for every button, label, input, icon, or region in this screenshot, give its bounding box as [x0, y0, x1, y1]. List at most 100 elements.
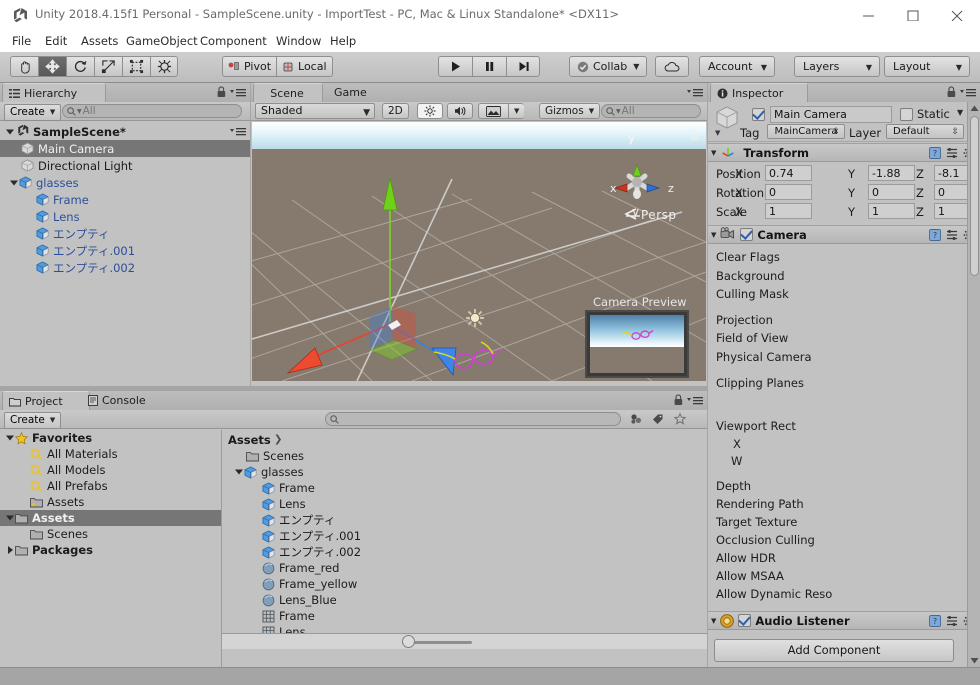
lock-icon[interactable]	[217, 86, 226, 101]
tab-inspector[interactable]: Inspector	[710, 83, 808, 103]
zoom-slider-knob[interactable]	[402, 635, 415, 648]
project-tree-item-0[interactable]: Favorites	[0, 430, 221, 446]
scene-fx-dropdown[interactable]: ▼	[508, 103, 525, 119]
chevron-down-icon[interactable]: ▼	[711, 617, 716, 625]
transform-scale-y-input[interactable]: 1	[868, 203, 915, 219]
chevron-down-icon[interactable]: ▼	[711, 231, 716, 239]
chevron-down-icon[interactable]: ▼	[711, 149, 716, 157]
project-asset-item-2[interactable]: Frame	[222, 480, 707, 496]
hierarchy-item-1[interactable]: Directional Light	[0, 157, 250, 174]
hierarchy-create-button[interactable]: Create ▼	[4, 104, 62, 121]
move-tool[interactable]	[38, 56, 66, 77]
layer-dropdown[interactable]: Default ⇳	[886, 124, 964, 139]
account-dropdown[interactable]: Account ▼	[699, 56, 775, 77]
project-tree-item-6[interactable]: Scenes	[0, 526, 221, 542]
chevron-down-icon[interactable]	[4, 433, 15, 444]
maximize-icon[interactable]	[892, 0, 936, 30]
help-icon[interactable]: ?	[929, 229, 941, 244]
scene-viewport[interactable]: y x z Persp y Camera Preview	[252, 122, 706, 381]
scroll-up-arrow-icon[interactable]	[969, 103, 980, 114]
close-icon[interactable]	[936, 0, 980, 30]
layout-dropdown[interactable]: Layout ▼	[884, 56, 970, 77]
preset-icon[interactable]	[946, 147, 958, 162]
lock-icon[interactable]	[947, 86, 956, 101]
project-asset-item-4[interactable]: エンプティ	[222, 512, 707, 528]
tab-console[interactable]: Console	[82, 391, 154, 410]
preset-icon[interactable]	[946, 229, 958, 244]
scene-search-input[interactable]: ▼ All	[601, 104, 701, 118]
project-tree-item-4[interactable]: Assets	[0, 494, 221, 510]
scene-fx-button[interactable]	[478, 103, 508, 119]
tab-game[interactable]: Game	[313, 83, 375, 102]
play-button[interactable]	[438, 56, 472, 77]
inspector-scroll-thumb[interactable]	[970, 116, 979, 276]
project-search-input[interactable]	[325, 412, 621, 426]
hierarchy-item-2[interactable]: glasses	[0, 174, 250, 191]
hierarchy-item-0[interactable]: Main Camera	[0, 140, 250, 157]
gameobject-name-input[interactable]: Main Camera	[770, 106, 892, 123]
hierarchy-item-6[interactable]: エンプティ.001	[0, 242, 250, 259]
tab-project[interactable]: Project	[2, 391, 90, 411]
toggle-2d-button[interactable]: 2D	[382, 103, 409, 119]
asset-zoom-slider[interactable]	[402, 635, 472, 649]
menu-assets[interactable]: Assets	[77, 33, 122, 49]
tag-dropdown[interactable]: MainCamera ⇳	[767, 124, 845, 139]
local-toggle-button[interactable]: Local	[276, 56, 333, 77]
project-asset-item-1[interactable]: glasses	[222, 464, 707, 480]
gameobject-enabled-checkbox[interactable]	[752, 108, 765, 121]
transform-component-header[interactable]: ▼ Transform ?	[708, 143, 980, 162]
hierarchy-scene-row[interactable]: SampleScene*	[0, 123, 250, 140]
project-create-button[interactable]: Create ▼	[4, 412, 62, 429]
scroll-down-arrow-icon[interactable]	[969, 655, 980, 666]
help-icon[interactable]: ?	[929, 147, 941, 162]
hierarchy-item-3[interactable]: Frame	[0, 191, 250, 208]
hierarchy-item-7[interactable]: エンプティ.002	[0, 259, 250, 276]
collab-button[interactable]: Collab ▼	[569, 56, 647, 77]
minimize-icon[interactable]	[848, 0, 892, 30]
chevron-down-icon[interactable]	[4, 513, 15, 524]
scene-audio-toggle[interactable]	[447, 103, 473, 119]
favorite-star-icon[interactable]	[673, 412, 687, 428]
layers-dropdown[interactable]: Layers ▼	[794, 56, 880, 77]
transform-position-x-input[interactable]: 0.74	[765, 165, 812, 181]
chevron-down-icon[interactable]: ▼	[715, 129, 720, 137]
hierarchy-item-4[interactable]: Lens	[0, 208, 250, 225]
hierarchy-options-menu[interactable]	[230, 87, 246, 98]
camera-component-header[interactable]: ▼ Camera ?	[708, 225, 980, 244]
scene-context-menu-icon[interactable]	[230, 126, 246, 140]
project-asset-item-0[interactable]: Scenes	[222, 448, 707, 464]
audio-listener-enabled-checkbox[interactable]	[738, 614, 752, 627]
camera-enabled-checkbox[interactable]	[740, 228, 754, 241]
hierarchy-search-input[interactable]: ▼ All	[62, 104, 242, 118]
preset-icon[interactable]	[946, 615, 958, 630]
cloud-button[interactable]	[655, 56, 689, 77]
project-asset-item-3[interactable]: Lens	[222, 496, 707, 512]
filter-type-icon[interactable]	[630, 413, 642, 428]
inspector-scrollbar[interactable]	[967, 102, 980, 667]
menu-help[interactable]: Help	[326, 33, 360, 49]
menu-file[interactable]: File	[8, 33, 35, 49]
hand-tool[interactable]	[10, 56, 38, 77]
chevron-right-icon[interactable]	[4, 545, 15, 556]
project-asset-item-9[interactable]: Lens_Blue	[222, 592, 707, 608]
transform-scale-x-input[interactable]: 1	[765, 203, 812, 219]
project-tree-item-7[interactable]: Packages	[0, 542, 221, 558]
filter-label-icon[interactable]	[652, 413, 664, 428]
transform-position-y-input[interactable]: -1.88	[868, 165, 915, 181]
menu-gameobject[interactable]: GameObject	[122, 33, 202, 49]
help-icon[interactable]: ?	[929, 615, 941, 630]
project-options-menu[interactable]	[687, 395, 703, 406]
scene-options-menu[interactable]	[687, 87, 703, 98]
audio-listener-component-header[interactable]: ▼ Audio Listener ?	[708, 611, 980, 630]
project-asset-item-5[interactable]: エンプティ.001	[222, 528, 707, 544]
add-component-button[interactable]: Add Component	[714, 639, 954, 662]
gizmos-dropdown[interactable]: Gizmos ▼	[539, 103, 601, 119]
scale-tool[interactable]	[94, 56, 122, 77]
scene-lighting-toggle[interactable]	[417, 103, 443, 119]
shading-mode-dropdown[interactable]: Shaded ▼	[255, 103, 375, 119]
project-tree-item-5[interactable]: Assets	[0, 510, 221, 526]
transform-rotation-x-input[interactable]: 0	[765, 184, 812, 200]
project-tree-item-3[interactable]: All Prefabs	[0, 478, 221, 494]
chevron-down-icon[interactable]	[233, 467, 244, 478]
project-asset-item-8[interactable]: Frame_yellow	[222, 576, 707, 592]
